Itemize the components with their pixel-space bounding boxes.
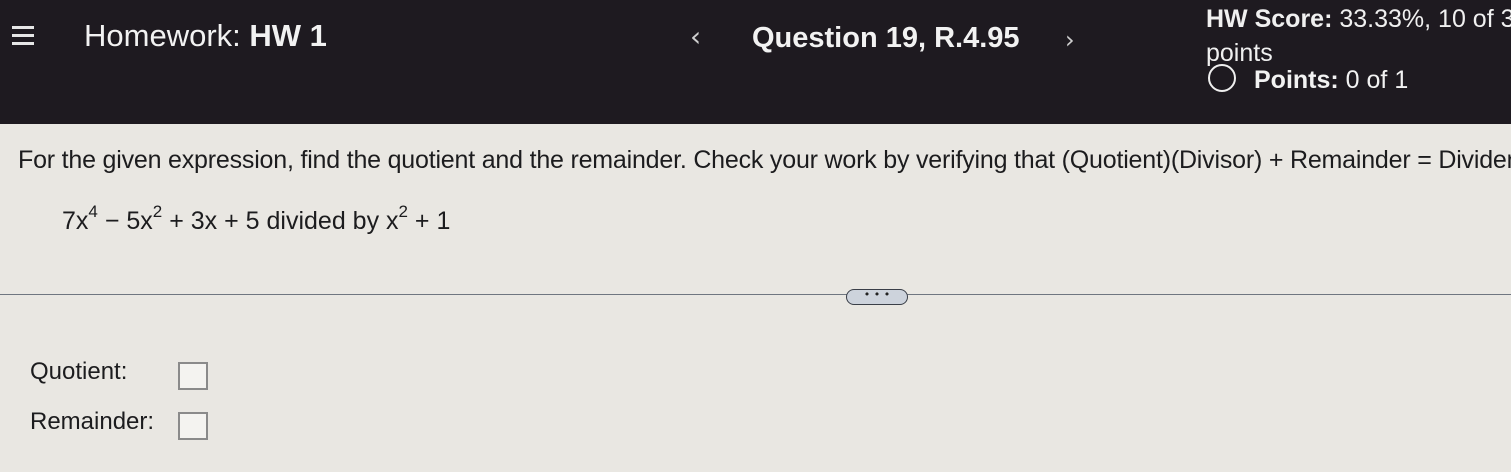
score-value: 33.33%, 10 of 3 — [1339, 5, 1511, 33]
chevron-right-icon[interactable]: › — [1065, 26, 1075, 54]
problem-expression: 7x4 − 5x2 + 3x + 5 divided by x2 + 1 — [62, 202, 450, 236]
dividend-exp2: 2 — [152, 202, 163, 221]
score-suffix: points — [1206, 39, 1273, 67]
section-divider — [0, 294, 1511, 295]
chevron-left-icon[interactable]: ‹ — [690, 20, 701, 53]
points-label: Points: — [1254, 66, 1339, 94]
hw-score: HW Score: 33.33%, 10 of 3 points — [1206, 2, 1511, 70]
dividend-term2: − 5x — [97, 207, 153, 235]
divisor-exp: 2 — [398, 202, 408, 221]
question-title: Question 19, R.4.95 — [752, 22, 1020, 54]
quotient-input[interactable] — [178, 362, 208, 390]
homework-label: Homework: — [84, 18, 241, 53]
dividend-rest: + 3x + 5 — [162, 207, 260, 235]
homework-name: HW 1 — [249, 18, 327, 53]
dividend-exp1: 4 — [88, 202, 98, 221]
quotient-label: Quotient: — [30, 358, 128, 385]
status-circle-icon — [1208, 64, 1236, 92]
score-label: HW Score: — [1206, 5, 1333, 33]
hamburger-menu-icon[interactable] — [12, 26, 34, 46]
divisor-term: x — [386, 207, 399, 235]
dividend-term1: 7x — [62, 207, 89, 235]
more-options-button[interactable]: • • • — [846, 289, 908, 305]
remainder-label: Remainder: — [30, 408, 155, 435]
remainder-input[interactable] — [178, 412, 208, 440]
points-status: Points: 0 of 1 — [1206, 64, 1408, 95]
points-value: 0 of 1 — [1345, 66, 1409, 94]
header-bar: Homework: HW 1 ‹ Question 19, R.4.95 › H… — [0, 0, 1511, 124]
question-instructions: For the given expression, find the quoti… — [18, 146, 1511, 174]
divisor-rest: + 1 — [407, 207, 451, 235]
divided-by-text: divided by — [259, 207, 387, 235]
homework-title: Homework: HW 1 — [84, 18, 327, 54]
